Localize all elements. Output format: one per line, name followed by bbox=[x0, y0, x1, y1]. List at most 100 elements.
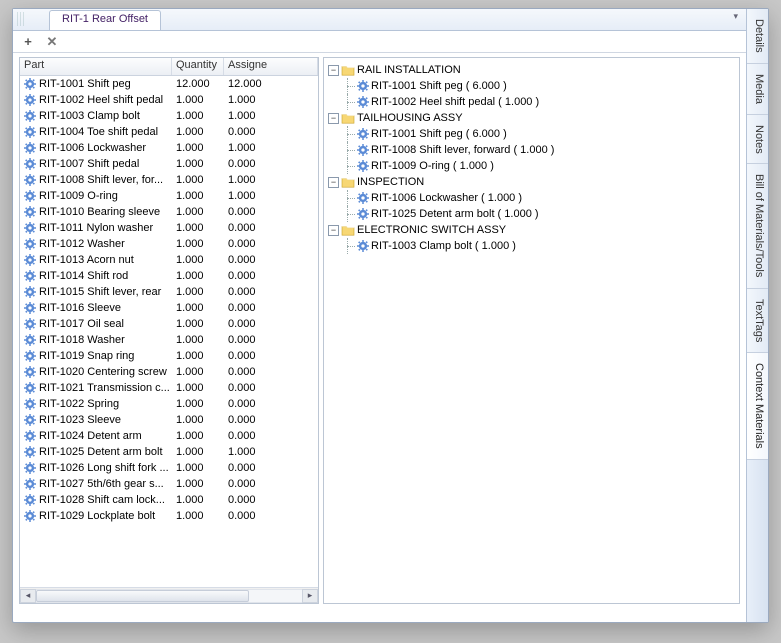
part-qty: 1.000 bbox=[172, 318, 224, 330]
sidetab-notes[interactable]: Notes bbox=[747, 115, 768, 165]
part-qty: 1.000 bbox=[172, 206, 224, 218]
table-row[interactable]: RIT-1026 Long shift fork ...1.0000.000 bbox=[20, 460, 318, 476]
table-row[interactable]: RIT-1002 Heel shift pedal1.0001.000 bbox=[20, 92, 318, 108]
grid-body[interactable]: RIT-1001 Shift peg12.00012.000RIT-1002 H… bbox=[20, 76, 318, 587]
tree-folder-node[interactable]: −TAILHOUSING ASSY bbox=[328, 110, 735, 126]
collapse-icon[interactable]: − bbox=[328, 113, 339, 124]
sidetab-media[interactable]: Media bbox=[747, 64, 768, 115]
part-name: RIT-1010 Bearing sleeve bbox=[39, 206, 160, 218]
part-assigned: 0.000 bbox=[224, 222, 318, 234]
table-row[interactable]: RIT-1011 Nylon washer1.0000.000 bbox=[20, 220, 318, 236]
collapse-icon[interactable]: − bbox=[328, 225, 339, 236]
horizontal-scrollbar[interactable]: ◂ ▸ bbox=[20, 587, 318, 603]
tree-folder-node[interactable]: −INSPECTION bbox=[328, 174, 735, 190]
sidetab-texttags[interactable]: TextTags bbox=[747, 289, 768, 353]
part-assigned: 0.000 bbox=[224, 430, 318, 442]
table-row[interactable]: RIT-1021 Transmission c...1.0000.000 bbox=[20, 380, 318, 396]
gear-icon bbox=[357, 128, 369, 140]
tree-leaf-node[interactable]: RIT-1009 O-ring ( 1.000 ) bbox=[328, 158, 735, 174]
table-row[interactable]: RIT-1003 Clamp bolt1.0001.000 bbox=[20, 108, 318, 124]
col-assigned[interactable]: Assigne bbox=[224, 58, 318, 75]
leaf-label: RIT-1002 Heel shift pedal ( 1.000 ) bbox=[371, 96, 539, 108]
gear-icon bbox=[24, 510, 36, 522]
part-assigned: 0.000 bbox=[224, 158, 318, 170]
table-row[interactable]: RIT-1001 Shift peg12.00012.000 bbox=[20, 76, 318, 92]
table-row[interactable]: RIT-1006 Lockwasher1.0001.000 bbox=[20, 140, 318, 156]
table-row[interactable]: RIT-1027 5th/6th gear s...1.0000.000 bbox=[20, 476, 318, 492]
collapse-icon[interactable]: − bbox=[328, 65, 339, 76]
assembly-tree[interactable]: −RAIL INSTALLATIONRIT-1001 Shift peg ( 6… bbox=[324, 58, 739, 258]
tree-connector bbox=[341, 238, 355, 254]
add-button[interactable]: + bbox=[21, 35, 35, 49]
col-part[interactable]: Part bbox=[20, 58, 172, 75]
table-row[interactable]: RIT-1012 Washer1.0000.000 bbox=[20, 236, 318, 252]
document-tabbar: RIT-1 Rear Offset ▾ bbox=[13, 9, 746, 31]
part-assigned: 1.000 bbox=[224, 446, 318, 458]
col-quantity[interactable]: Quantity bbox=[172, 58, 224, 75]
tree-folder-node[interactable]: −RAIL INSTALLATION bbox=[328, 62, 735, 78]
tab-rear-offset[interactable]: RIT-1 Rear Offset bbox=[49, 10, 161, 30]
tree-leaf-node[interactable]: RIT-1001 Shift peg ( 6.000 ) bbox=[328, 126, 735, 142]
tree-leaf-node[interactable]: RIT-1025 Detent arm bolt ( 1.000 ) bbox=[328, 206, 735, 222]
tabbar-menu-icon[interactable]: ▾ bbox=[733, 11, 738, 22]
tree-folder-node[interactable]: −ELECTRONIC SWITCH ASSY bbox=[328, 222, 735, 238]
sidetab-bill-of-materials-tools[interactable]: Bill of Materials/Tools bbox=[747, 164, 768, 288]
folder-icon bbox=[341, 176, 355, 188]
table-row[interactable]: RIT-1017 Oil seal1.0000.000 bbox=[20, 316, 318, 332]
table-row[interactable]: RIT-1007 Shift pedal1.0000.000 bbox=[20, 156, 318, 172]
tree-leaf-node[interactable]: RIT-1008 Shift lever, forward ( 1.000 ) bbox=[328, 142, 735, 158]
table-row[interactable]: RIT-1020 Centering screw1.0000.000 bbox=[20, 364, 318, 380]
leaf-label: RIT-1009 O-ring ( 1.000 ) bbox=[371, 160, 494, 172]
table-row[interactable]: RIT-1010 Bearing sleeve1.0000.000 bbox=[20, 204, 318, 220]
part-assigned: 0.000 bbox=[224, 510, 318, 522]
scroll-right-button[interactable]: ▸ bbox=[302, 589, 318, 603]
scroll-left-button[interactable]: ◂ bbox=[20, 589, 36, 603]
part-name: RIT-1029 Lockplate bolt bbox=[39, 510, 155, 522]
table-row[interactable]: RIT-1014 Shift rod1.0000.000 bbox=[20, 268, 318, 284]
leaf-label: RIT-1006 Lockwasher ( 1.000 ) bbox=[371, 192, 522, 204]
part-name: RIT-1016 Sleeve bbox=[39, 302, 121, 314]
tree-connector bbox=[341, 190, 355, 206]
tree-connector bbox=[341, 94, 355, 110]
table-row[interactable]: RIT-1022 Spring1.0000.000 bbox=[20, 396, 318, 412]
table-row[interactable]: RIT-1029 Lockplate bolt1.0000.000 bbox=[20, 508, 318, 524]
folder-icon bbox=[341, 64, 355, 76]
sidetab-context-materials[interactable]: Context Materials bbox=[747, 353, 768, 460]
tree-leaf-node[interactable]: RIT-1003 Clamp bolt ( 1.000 ) bbox=[328, 238, 735, 254]
part-assigned: 12.000 bbox=[224, 78, 318, 90]
table-row[interactable]: RIT-1015 Shift lever, rear1.0000.000 bbox=[20, 284, 318, 300]
table-row[interactable]: RIT-1013 Acorn nut1.0000.000 bbox=[20, 252, 318, 268]
tree-leaf-node[interactable]: RIT-1002 Heel shift pedal ( 1.000 ) bbox=[328, 94, 735, 110]
table-row[interactable]: RIT-1018 Washer1.0000.000 bbox=[20, 332, 318, 348]
collapse-icon[interactable]: − bbox=[328, 177, 339, 188]
part-name: RIT-1013 Acorn nut bbox=[39, 254, 134, 266]
table-row[interactable]: RIT-1004 Toe shift pedal1.0000.000 bbox=[20, 124, 318, 140]
table-row[interactable]: RIT-1008 Shift lever, for...1.0001.000 bbox=[20, 172, 318, 188]
leaf-label: RIT-1008 Shift lever, forward ( 1.000 ) bbox=[371, 144, 554, 156]
gear-icon bbox=[24, 174, 36, 186]
table-row[interactable]: RIT-1028 Shift cam lock...1.0000.000 bbox=[20, 492, 318, 508]
table-row[interactable]: RIT-1025 Detent arm bolt1.0001.000 bbox=[20, 444, 318, 460]
table-row[interactable]: RIT-1019 Snap ring1.0000.000 bbox=[20, 348, 318, 364]
part-assigned: 0.000 bbox=[224, 254, 318, 266]
scroll-thumb[interactable] bbox=[36, 590, 249, 602]
gear-icon bbox=[24, 78, 36, 90]
scroll-track[interactable] bbox=[36, 589, 302, 603]
table-row[interactable]: RIT-1016 Sleeve1.0000.000 bbox=[20, 300, 318, 316]
table-row[interactable]: RIT-1024 Detent arm1.0000.000 bbox=[20, 428, 318, 444]
part-qty: 1.000 bbox=[172, 270, 224, 282]
tree-leaf-node[interactable]: RIT-1006 Lockwasher ( 1.000 ) bbox=[328, 190, 735, 206]
part-name: RIT-1003 Clamp bolt bbox=[39, 110, 140, 122]
remove-button[interactable]: ✕ bbox=[45, 35, 59, 49]
part-name: RIT-1028 Shift cam lock... bbox=[39, 494, 165, 506]
sidetab-details[interactable]: Details bbox=[747, 9, 768, 64]
table-row[interactable]: RIT-1009 O-ring1.0001.000 bbox=[20, 188, 318, 204]
part-qty: 1.000 bbox=[172, 398, 224, 410]
tree-leaf-node[interactable]: RIT-1001 Shift peg ( 6.000 ) bbox=[328, 78, 735, 94]
part-qty: 1.000 bbox=[172, 110, 224, 122]
part-name: RIT-1024 Detent arm bbox=[39, 430, 142, 442]
gear-icon bbox=[24, 126, 36, 138]
table-row[interactable]: RIT-1023 Sleeve1.0000.000 bbox=[20, 412, 318, 428]
part-qty: 1.000 bbox=[172, 126, 224, 138]
part-name: RIT-1008 Shift lever, for... bbox=[39, 174, 163, 186]
